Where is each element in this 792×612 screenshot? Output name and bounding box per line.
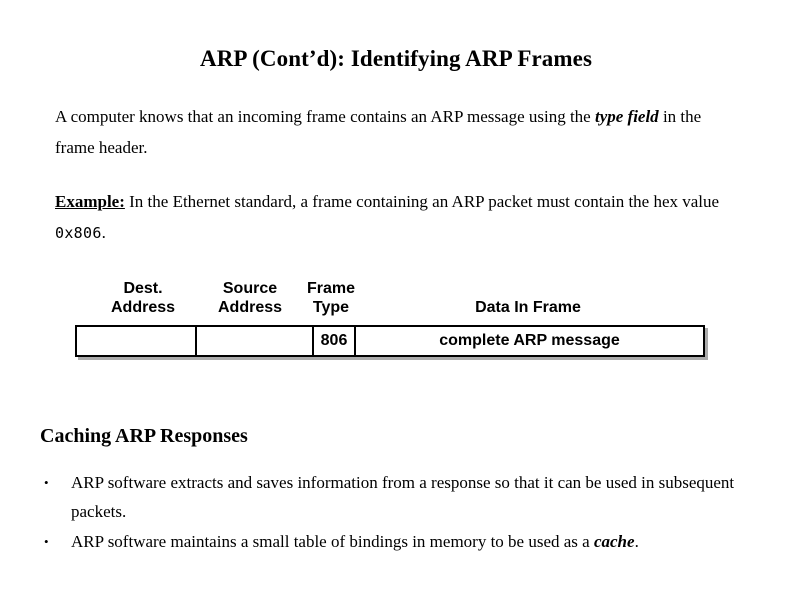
data-cell: complete ARP message [439, 332, 620, 349]
example-text-after: . [101, 223, 106, 242]
source-address-cell [197, 327, 314, 355]
label-frame-type: Frame Type [306, 280, 356, 316]
example-label: Example: [55, 192, 125, 211]
label-data-in-frame: Data In Frame [475, 299, 581, 316]
section-heading: Caching ARP Responses [40, 425, 248, 447]
label-dest-address: Dest. Address [110, 280, 176, 316]
bullet-text-after: . [634, 532, 639, 551]
bullet-icon: • [44, 475, 49, 490]
intro-emphasis-type-field: type field [594, 107, 659, 126]
intro-text-before: A computer knows that an incoming frame … [55, 107, 595, 126]
ethernet-frame-diagram: Dest. Address Source Address Frame Type … [0, 272, 792, 367]
intro-paragraph: A computer knows that an incoming frame … [55, 101, 745, 163]
example-text-before: In the Ethernet standard, a frame contai… [124, 192, 720, 211]
bullet-text-before: ARP software extracts and saves informat… [71, 473, 735, 521]
page-title: ARP (Cont’d): Identifying ARP Frames [199, 46, 593, 71]
label-source-address: Source Address [217, 280, 283, 316]
dest-address-cell [77, 327, 197, 355]
example-paragraph: Example: In the Ethernet standard, a fra… [55, 186, 747, 249]
bullet-text-before: ARP software maintains a small table of … [71, 532, 594, 551]
bullet-list: • ARP software extracts and saves informa… [40, 468, 746, 557]
frame-box: 806 complete ARP message [75, 325, 705, 357]
bullet-emphasis-cache: cache [593, 532, 635, 551]
bullet-icon: • [44, 534, 49, 549]
frame-type-cell: 806 [314, 327, 356, 355]
example-hex-value: 0x806 [55, 224, 102, 242]
slide-canvas: ARP (Cont’d): Identifying ARP Frames A c… [0, 0, 792, 612]
list-item: • ARP software extracts and saves informa… [40, 468, 746, 526]
list-item: • ARP software maintains a small table of… [40, 527, 746, 556]
